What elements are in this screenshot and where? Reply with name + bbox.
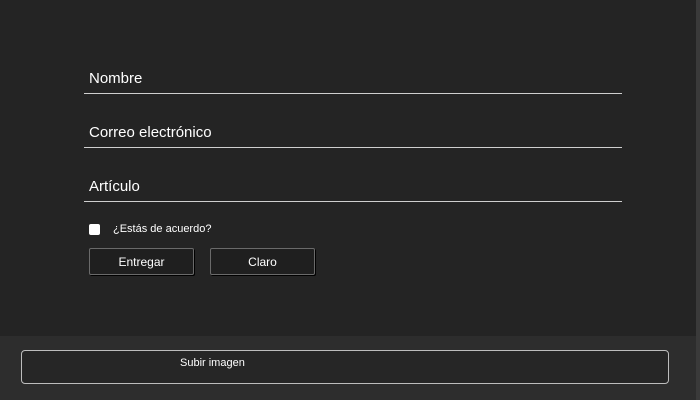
agree-label: ¿Estás de acuerdo? xyxy=(113,223,212,235)
scrollbar-edge xyxy=(696,0,700,400)
email-field-container xyxy=(84,117,622,148)
submit-button[interactable]: Entregar xyxy=(89,248,194,275)
page: ¿Estás de acuerdo? Entregar Claro Subir … xyxy=(0,0,700,400)
name-field-container xyxy=(84,63,622,94)
article-field-container xyxy=(84,171,622,202)
email-input[interactable] xyxy=(84,117,622,147)
agree-checkbox[interactable] xyxy=(89,223,100,235)
clear-button[interactable]: Claro xyxy=(210,248,315,275)
article-input[interactable] xyxy=(84,171,622,201)
name-input[interactable] xyxy=(84,63,622,93)
form-panel: ¿Estás de acuerdo? Entregar Claro xyxy=(0,0,696,336)
upload-image-button[interactable]: Subir imagen xyxy=(21,350,669,384)
agree-row: ¿Estás de acuerdo? xyxy=(89,222,211,236)
upload-image-label: Subir imagen xyxy=(180,357,245,369)
